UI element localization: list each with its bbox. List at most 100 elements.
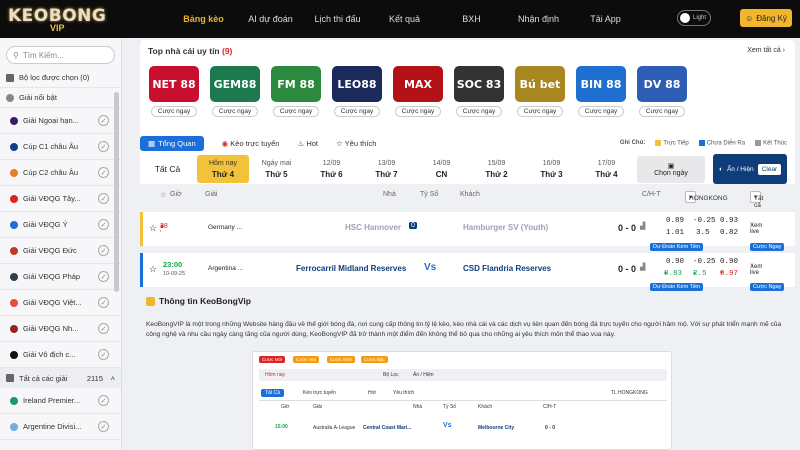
bet-now-button[interactable]: Cược ngay <box>333 106 381 117</box>
watch-live-link[interactable]: Xem live ◔ <box>750 264 762 276</box>
bet-now-button[interactable]: Cược ngay <box>455 106 503 117</box>
bookmaker-logo[interactable]: BIN 88 <box>576 66 626 102</box>
filter-selected[interactable]: Bộ lọc được chọn (0) <box>0 68 121 88</box>
check-icon[interactable]: ✓ <box>98 395 109 406</box>
day-item[interactable]: Ngày mai Thứ 5 <box>249 158 304 180</box>
day-item[interactable]: 13/09 Thứ 7 <box>359 158 414 180</box>
theme-toggle[interactable]: Light <box>677 10 711 26</box>
day-item[interactable]: 12/09 Thứ 6 <box>304 158 359 180</box>
check-icon[interactable]: ✓ <box>98 219 109 230</box>
sidebar-league[interactable]: Giải VĐQG Tây... ✓ <box>0 186 121 212</box>
chart-icon[interactable]: ▟ <box>640 222 645 230</box>
check-icon[interactable]: ✓ <box>98 297 109 308</box>
bookmaker-logo[interactable]: GEM88 <box>210 66 260 102</box>
bookmaker-card[interactable]: BIN 88 Cược ngay <box>575 66 627 117</box>
nav-ket-qua[interactable]: Kết quả <box>371 14 438 24</box>
bet-now-button[interactable]: Cược ngay <box>516 106 564 117</box>
bookmaker-card[interactable]: SOC 83 Cược ngay <box>453 66 505 117</box>
tab-favorite[interactable]: ☆ Yêu thích <box>336 139 376 148</box>
check-icon[interactable]: ✓ <box>98 245 109 256</box>
tab-overview[interactable]: ▦ Tổng Quan <box>140 135 204 151</box>
bookmaker-logo[interactable]: SOC 83 <box>454 66 504 102</box>
day-item[interactable]: 17/09 Thứ 4 <box>579 158 634 180</box>
sidebar-league[interactable]: Giải Ngoại hạn... ✓ <box>0 108 121 134</box>
choose-date-button[interactable]: ▣ Chọn ngày <box>637 156 705 183</box>
doc-icon <box>146 296 155 306</box>
check-icon[interactable]: ✓ <box>98 115 109 126</box>
star-icon: ☆ <box>160 192 167 199</box>
bookmaker-card[interactable]: Bú bet Cược ngay <box>514 66 566 117</box>
bet-now-button[interactable]: Cược ngay <box>577 106 625 117</box>
bet-now-button[interactable]: Cược ngay <box>150 106 198 117</box>
bookmaker-logo[interactable]: NET 88 <box>149 66 199 102</box>
arrow-up-icon: ▲ <box>664 270 668 276</box>
check-icon[interactable]: ✓ <box>98 193 109 204</box>
bookmaker-card[interactable]: MAX Cược ngay <box>392 66 444 117</box>
watch-live-link[interactable]: Xem live ◔ <box>750 223 762 235</box>
show-hide-control[interactable]: ◐ Ẩn / Hiện Clear <box>713 154 787 184</box>
bet-now-button[interactable]: Cược ngay <box>638 106 686 117</box>
nav-nhan-dinh[interactable]: Nhận định <box>505 14 572 24</box>
sidebar-league[interactable]: Giải VĐQG Đức ✓ <box>0 238 121 264</box>
sidebar-league[interactable]: Cúp C2 châu Âu ✓ <box>0 160 121 186</box>
nav-bxh[interactable]: BXH <box>438 14 505 24</box>
day-item[interactable]: 15/09 Thứ 2 <box>469 158 524 180</box>
site-logo[interactable]: KEOBONG VIP <box>0 0 140 38</box>
bookmaker-logo[interactable]: DV 88 <box>637 66 687 102</box>
predict-tag[interactable]: Dự Đoán Kèm Tiền <box>650 243 704 251</box>
sidebar-scrollbar[interactable] <box>114 92 119 292</box>
see-all-link[interactable]: Xem tất cả › <box>747 47 785 54</box>
bookmaker-logo[interactable]: FM 88 <box>271 66 321 102</box>
nav-lich-thi-dau[interactable]: Lịch thi đấu <box>304 14 371 24</box>
bet-now-button[interactable]: Cược ngay <box>394 106 442 117</box>
tab-hot[interactable]: ♨ Hot <box>297 139 318 148</box>
day-today[interactable]: Hôm nay Thứ 4 <box>197 155 249 183</box>
bookmaker-card[interactable]: LEO88 Cược ngay <box>331 66 383 117</box>
sidebar-league[interactable]: Giải VĐQG Nh... ✓ <box>0 316 121 342</box>
bookmaker-select[interactable]: HONGKONG ▾ <box>685 191 728 203</box>
sidebar-league[interactable]: Cúp C1 châu Âu ✓ <box>0 134 121 160</box>
sidebar-league[interactable]: Ireland Premier... ✓ <box>0 388 121 414</box>
bet-now-tag[interactable]: Cược Ngay <box>750 243 785 251</box>
check-icon[interactable]: ✓ <box>98 167 109 178</box>
bookmaker-card[interactable]: DV 88 Cược ngay <box>636 66 688 117</box>
sidebar-league[interactable]: Giải VĐQG Việt... ✓ <box>0 290 121 316</box>
match-row[interactable]: ☆ 23:00 10-09-25 Argentina ... Ferrocarr… <box>140 253 795 287</box>
nav-tai-app[interactable]: Tải App <box>572 14 639 24</box>
match-row[interactable]: ☆ ● 28 ' Germany ... HSC Hannover 0 0 Ha… <box>140 212 795 246</box>
check-icon[interactable]: ✓ <box>98 323 109 334</box>
all-leagues-header[interactable]: Tất cả các giải 2115 ˄ <box>0 368 121 388</box>
star-icon[interactable]: ☆ <box>149 223 157 234</box>
calendar-icon: ▣ <box>667 163 675 170</box>
sidebar-league[interactable]: Argentine Divisi... ✓ <box>0 414 121 440</box>
day-all[interactable]: Tất Cả <box>140 164 195 175</box>
bookmaker-logo[interactable]: Bú bet <box>515 66 565 102</box>
bookmaker-card[interactable]: NET 88 Cược ngay <box>148 66 200 117</box>
sidebar-league[interactable]: Giải VĐQG Pháp ✓ <box>0 264 121 290</box>
bet-now-button[interactable]: Cược ngay <box>272 106 320 117</box>
bet-now-tag[interactable]: Cược Ngay <box>750 283 785 291</box>
day-item[interactable]: 16/09 Thứ 3 <box>524 158 579 180</box>
clear-button[interactable]: Clear <box>757 163 782 175</box>
sidebar-league[interactable]: Giải VĐQG Ý ✓ <box>0 212 121 238</box>
nav-ai-du-doan[interactable]: AI dự đoán <box>237 14 304 24</box>
bookmaker-card[interactable]: GEM88 Cược ngay <box>209 66 261 117</box>
nav-bang-keo[interactable]: Bảng kèo <box>170 14 237 24</box>
register-button[interactable]: ☺ Đăng Ký <box>740 9 792 27</box>
bookmaker-logo[interactable]: LEO88 <box>332 66 382 102</box>
bookmaker-logo[interactable]: MAX <box>393 66 443 102</box>
check-icon[interactable]: ✓ <box>98 349 109 360</box>
check-icon[interactable]: ✓ <box>98 141 109 152</box>
market-select[interactable]: Tất cả ▾ <box>750 191 763 209</box>
star-icon[interactable]: ☆ <box>149 264 157 275</box>
chart-icon[interactable]: ▟ <box>640 263 645 271</box>
day-item[interactable]: 14/09 CN <box>414 158 469 180</box>
check-icon[interactable]: ✓ <box>98 271 109 282</box>
bet-now-button[interactable]: Cược ngay <box>211 106 259 117</box>
sidebar-league[interactable]: Giải Vô địch c... ✓ <box>0 342 121 368</box>
tab-live[interactable]: ◉ Kèo trực tuyến <box>222 139 280 148</box>
bookmaker-card[interactable]: FM 88 Cược ngay <box>270 66 322 117</box>
search-input[interactable]: ⚲ Tìm Kiếm... <box>6 46 115 64</box>
predict-tag[interactable]: Dự Đoán Kèm Tiền <box>650 283 704 291</box>
check-icon[interactable]: ✓ <box>98 421 109 432</box>
